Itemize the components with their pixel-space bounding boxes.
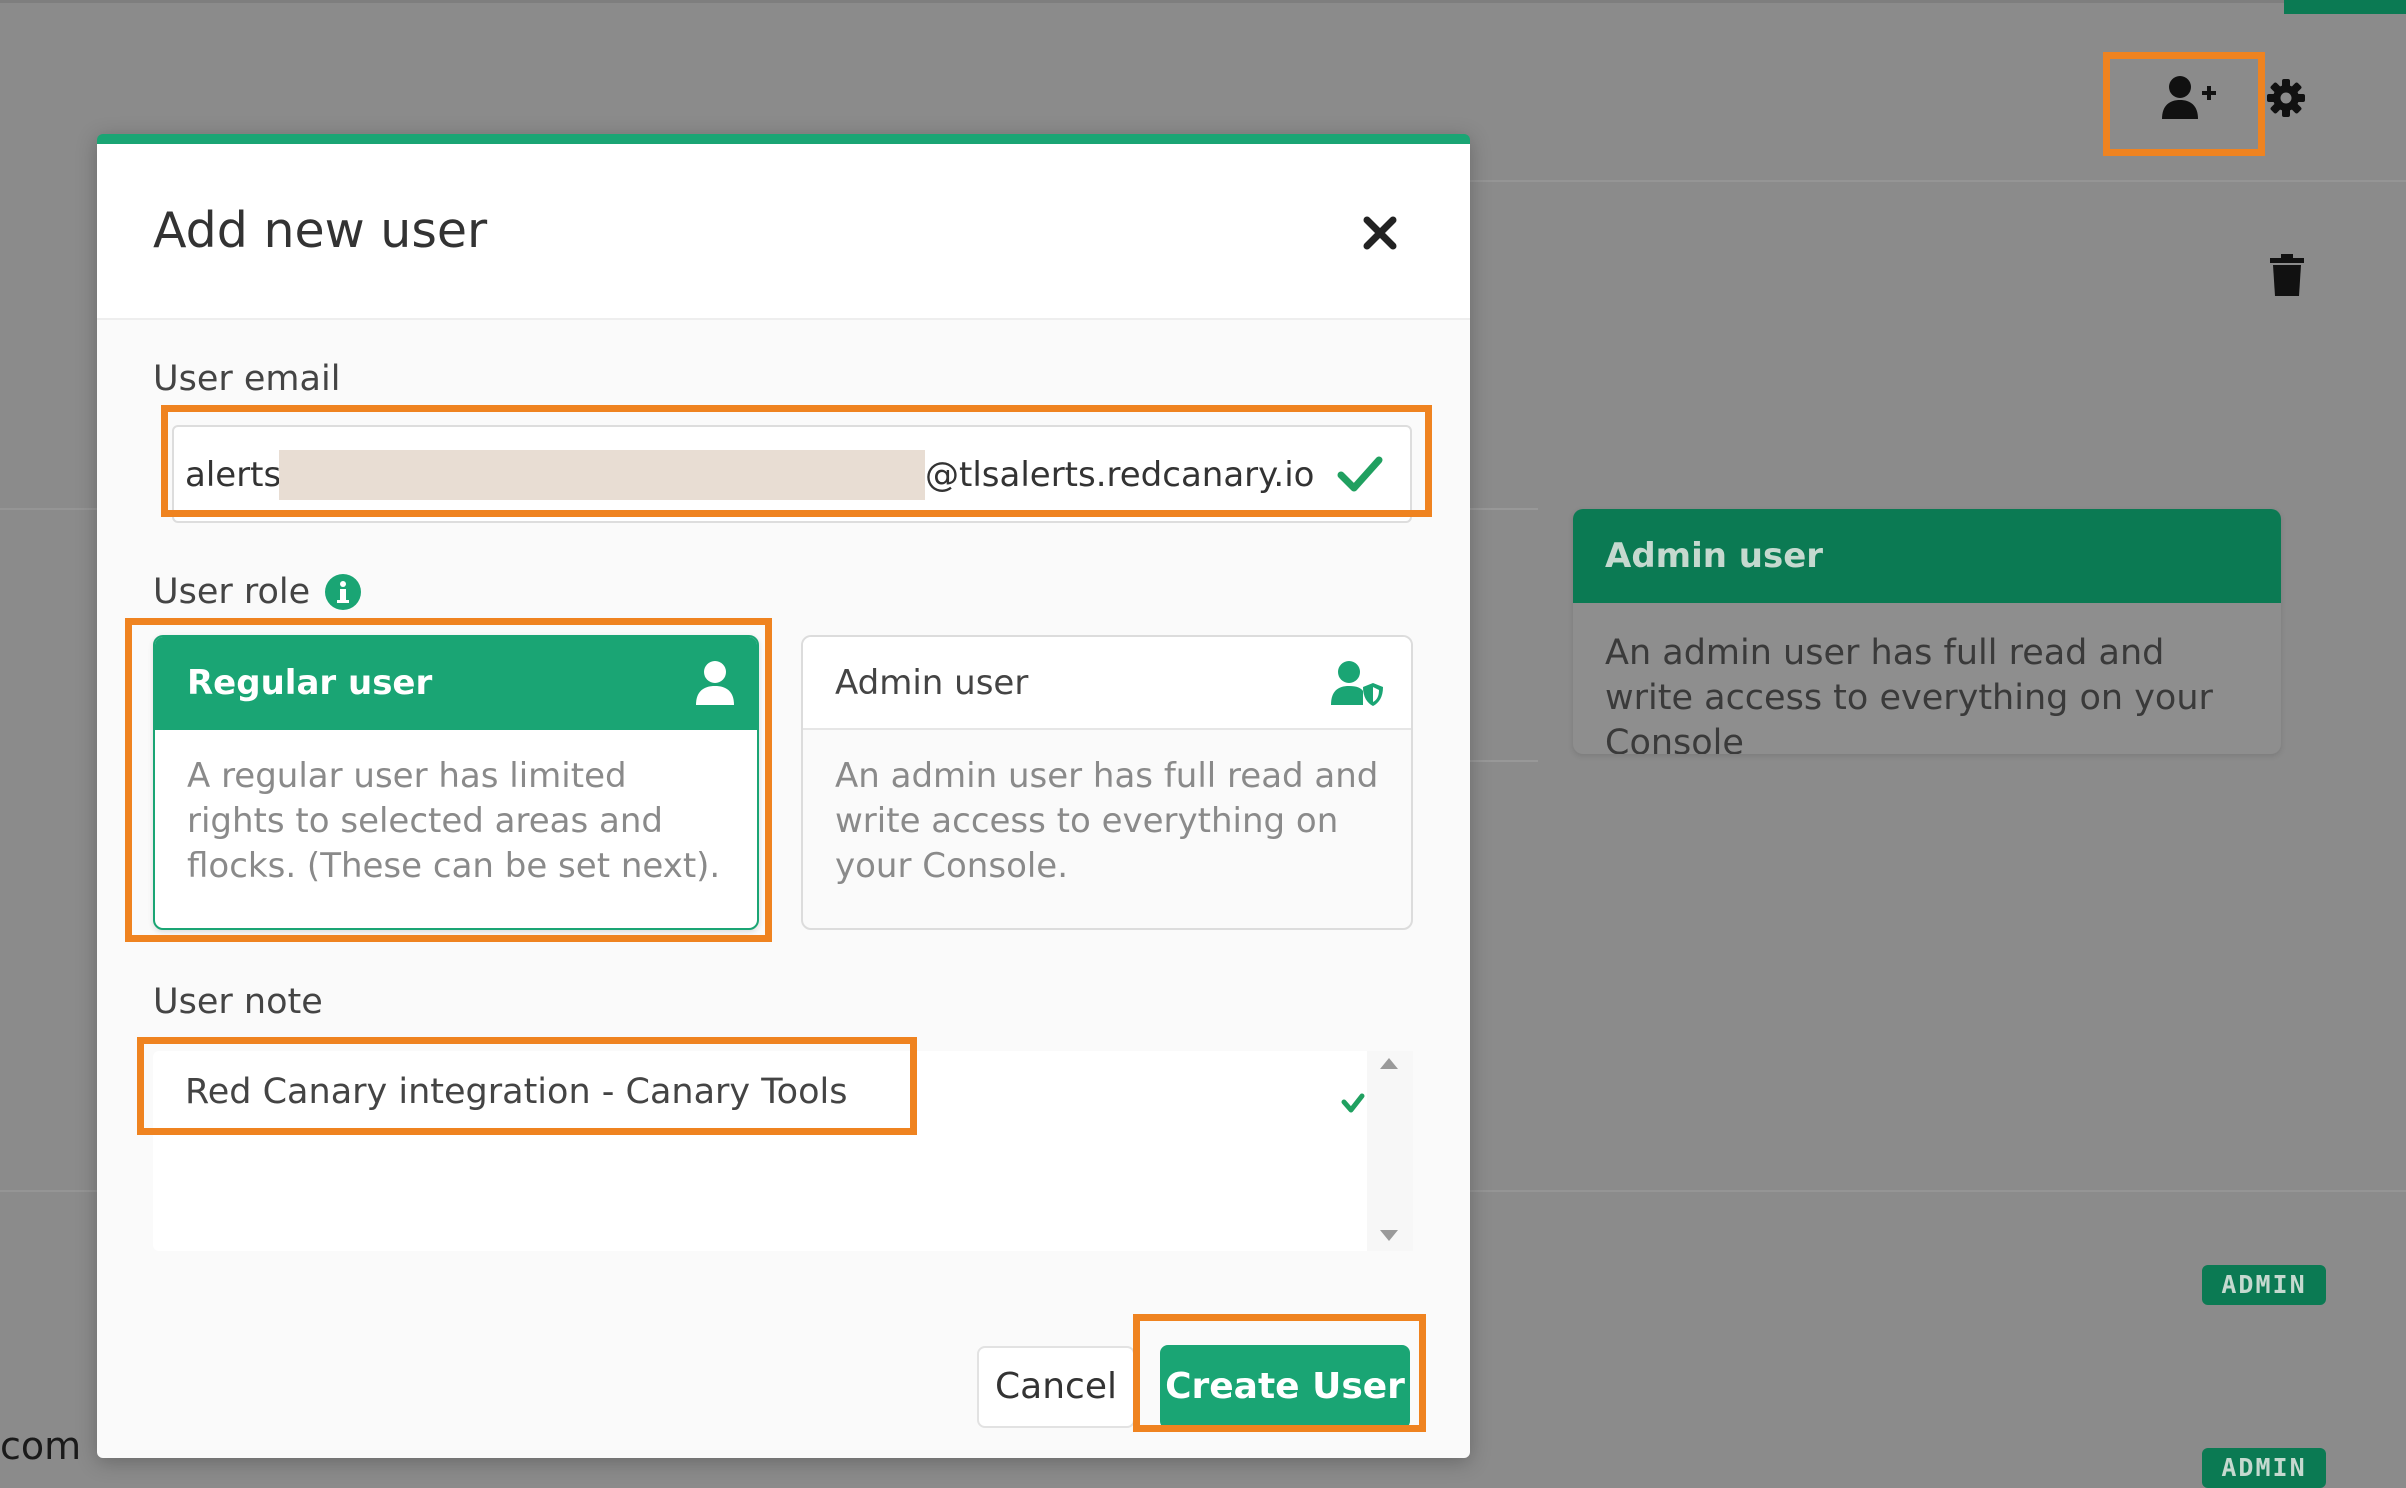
background-admin-description: An admin user has full read and write ac… xyxy=(1605,633,2213,754)
background-divider xyxy=(0,1190,100,1192)
highlight-create-user xyxy=(1133,1314,1426,1432)
scroll-up-icon[interactable] xyxy=(1380,1058,1398,1069)
background-top-border xyxy=(0,0,2406,3)
modal-title: Add new user xyxy=(153,202,488,259)
background-divider xyxy=(1470,1190,2406,1192)
role-option-title: Admin user xyxy=(835,663,1029,703)
background-divider xyxy=(0,508,100,510)
background-admin-card: Admin user An admin user has full read a… xyxy=(1573,509,2281,754)
role-label: User role xyxy=(153,572,311,612)
background-accent-bar xyxy=(2284,0,2406,14)
gear-icon[interactable] xyxy=(2266,78,2306,118)
user-shield-icon xyxy=(1331,661,1383,706)
background-divider xyxy=(1470,180,2406,182)
close-icon[interactable] xyxy=(1355,208,1405,258)
email-label: User email xyxy=(153,359,341,399)
scroll-down-icon[interactable] xyxy=(1380,1230,1398,1241)
note-scrollbar[interactable] xyxy=(1367,1051,1413,1251)
role-option-header: Admin user xyxy=(803,637,1411,730)
role-option-admin[interactable]: Admin user An admin user has full read a… xyxy=(801,635,1413,930)
highlight-regular-user xyxy=(125,618,772,942)
highlight-add-user xyxy=(2103,52,2265,156)
info-icon[interactable] xyxy=(325,574,361,610)
note-label: User note xyxy=(153,982,323,1022)
background-admin-title: Admin user xyxy=(1573,509,2281,603)
admin-badge: ADMIN xyxy=(2202,1265,2326,1305)
check-icon xyxy=(1341,1093,1365,1113)
cancel-button[interactable]: Cancel xyxy=(977,1346,1135,1428)
highlight-user-note xyxy=(137,1037,917,1135)
admin-badge: ADMIN xyxy=(2202,1448,2326,1488)
trash-icon[interactable] xyxy=(2270,254,2304,296)
highlight-email xyxy=(161,405,1432,517)
background-partial-text: com xyxy=(0,1424,82,1468)
role-option-description: An admin user has full read and write ac… xyxy=(835,756,1379,886)
modal-header: Add new user xyxy=(97,144,1470,320)
